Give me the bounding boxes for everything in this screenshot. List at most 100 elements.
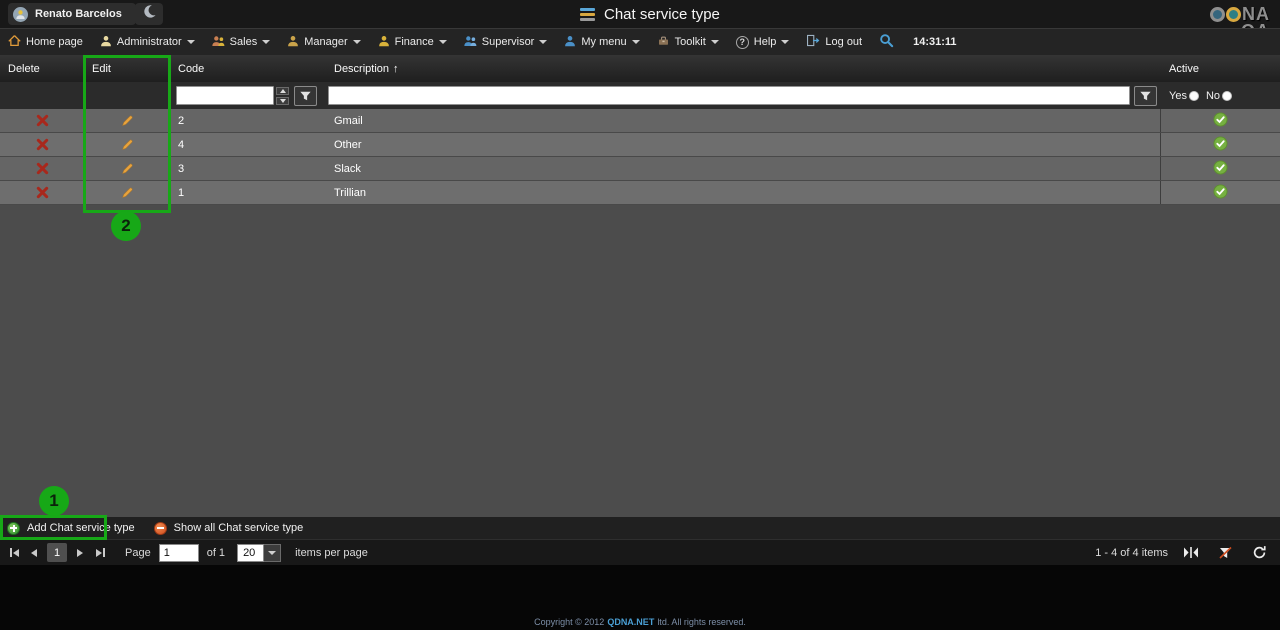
filter-cell-description (326, 82, 1161, 109)
table-row[interactable]: 4 Other (0, 133, 1280, 157)
search-button[interactable] (879, 33, 894, 51)
fit-columns-button[interactable] (1180, 543, 1202, 563)
spinner-down-button[interactable] (276, 96, 289, 105)
page-number-input[interactable] (158, 543, 199, 562)
menu-supervisor[interactable]: Supervisor (464, 35, 548, 50)
menu-toolkit[interactable]: Toolkit (657, 35, 719, 50)
brand-link[interactable]: QDNA.NET (607, 617, 654, 627)
pagination-bar: 1 Page of 1 20 items per page 1 - 4 of 4… (0, 539, 1280, 565)
page-title-wrap: Chat service type (580, 0, 720, 28)
chevron-down-icon (438, 40, 447, 44)
menu-finance[interactable]: Finance (378, 35, 447, 50)
annotation-step-1: 1 (39, 486, 69, 516)
chevron-down-icon (262, 40, 271, 44)
person-icon (564, 35, 576, 50)
menu-label: Log out (825, 36, 863, 48)
table-row[interactable]: 3 Slack (0, 157, 1280, 181)
menu-manager[interactable]: Manager (287, 35, 361, 50)
logout-door-icon (806, 34, 820, 50)
current-page-button[interactable]: 1 (47, 543, 67, 562)
refresh-icon (1253, 546, 1266, 559)
previous-page-button[interactable] (25, 544, 43, 562)
menu-label: Manager (304, 36, 348, 48)
column-header-code[interactable]: Code (170, 55, 326, 82)
menu-label: Home page (26, 36, 83, 48)
description-filter-input[interactable] (328, 86, 1130, 105)
menu-log-out[interactable]: Log out (806, 34, 862, 50)
of-pages-label: of 1 (206, 546, 226, 559)
menu-home-page[interactable]: Home page (8, 34, 83, 50)
table-row[interactable]: 2 Gmail (0, 109, 1280, 133)
active-check-icon (1213, 111, 1228, 130)
help-icon (735, 35, 749, 49)
next-page-button[interactable] (71, 544, 89, 562)
clear-filters-button[interactable] (1214, 543, 1236, 563)
moon-icon (142, 4, 157, 24)
column-resize-icon (1184, 547, 1198, 558)
active-no-label: No (1205, 89, 1221, 102)
funnel-icon (300, 91, 311, 100)
menu-administrator[interactable]: Administrator (100, 35, 195, 50)
person-icon (287, 35, 299, 50)
delete-button[interactable] (36, 138, 49, 151)
items-per-page-label: items per page (295, 546, 368, 559)
filter-cell-active: Yes No (1161, 82, 1280, 109)
app-window: Renato Barcelos Chat service type NA QA … (0, 0, 1280, 630)
filter-cell-code (170, 82, 326, 109)
first-page-button[interactable] (5, 544, 23, 562)
toolbox-icon (657, 35, 670, 50)
menu-my-menu[interactable]: My menu (564, 35, 640, 50)
menu-lines-icon (580, 7, 595, 21)
delete-button[interactable] (36, 186, 49, 199)
page-size-select[interactable]: 20 (237, 543, 282, 562)
items-range-label: 1 - 4 of 4 items (1095, 546, 1168, 559)
main-menu-bar: Home page Administrator Sales Manager Fi… (0, 28, 1280, 55)
delete-x-icon (36, 162, 48, 175)
last-page-button[interactable] (91, 544, 109, 562)
menu-help[interactable]: Help (735, 35, 790, 49)
column-header-description[interactable]: Description ↑ (326, 55, 1161, 82)
description-filter-button[interactable] (1134, 85, 1157, 106)
column-header-delete[interactable]: Delete (0, 55, 84, 82)
code-filter-input[interactable] (176, 86, 274, 105)
refresh-button[interactable] (1248, 543, 1270, 563)
active-no-radio[interactable] (1222, 90, 1233, 101)
active-yes-label: Yes (1169, 89, 1187, 102)
funnel-icon (1140, 91, 1151, 100)
delete-button[interactable] (36, 162, 49, 175)
person-icon (378, 35, 390, 50)
delete-button[interactable] (36, 114, 49, 127)
user-chip[interactable]: Renato Barcelos (8, 3, 136, 25)
description-cell: Slack (326, 157, 1161, 180)
grid-body: 2 Gmail 4 Other 3 Slack 1 Trillian (0, 109, 1280, 205)
menu-label: My menu (581, 36, 627, 48)
page-size-dropdown-button[interactable] (264, 543, 282, 562)
grid-toolbar: Add Chat service type Show all Chat serv… (0, 517, 1280, 539)
page-size-value: 20 (237, 543, 265, 562)
menu-label: Supervisor (481, 36, 535, 48)
active-check-icon (1213, 159, 1228, 178)
show-all-chat-service-type-button[interactable]: Show all Chat service type (147, 517, 316, 539)
logo-dot-2 (1226, 7, 1241, 22)
code-filter-button[interactable] (294, 85, 317, 106)
user-name: Renato Barcelos (35, 8, 122, 20)
delete-x-icon (36, 114, 48, 127)
theme-toggle-button[interactable] (135, 3, 163, 25)
page-label: Page (125, 546, 151, 559)
clock-display: 14:31:11 (913, 36, 957, 48)
code-cell: 2 (178, 114, 185, 127)
spinner-up-button[interactable] (276, 86, 289, 95)
minus-icon (153, 521, 167, 535)
description-cell: Other (326, 133, 1161, 156)
grid-filter-row: Yes No (0, 82, 1280, 109)
chevron-down-icon (352, 40, 361, 44)
people-icon (464, 35, 477, 50)
active-yes-radio[interactable] (1188, 90, 1199, 101)
menu-label: Toolkit (674, 36, 706, 48)
table-row[interactable]: 1 Trillian (0, 181, 1280, 205)
menu-sales[interactable]: Sales (212, 35, 271, 50)
active-check-icon (1213, 183, 1228, 202)
people-icon (212, 35, 225, 50)
funnel-slash-icon (1218, 546, 1232, 559)
column-header-active[interactable]: Active (1161, 55, 1280, 82)
